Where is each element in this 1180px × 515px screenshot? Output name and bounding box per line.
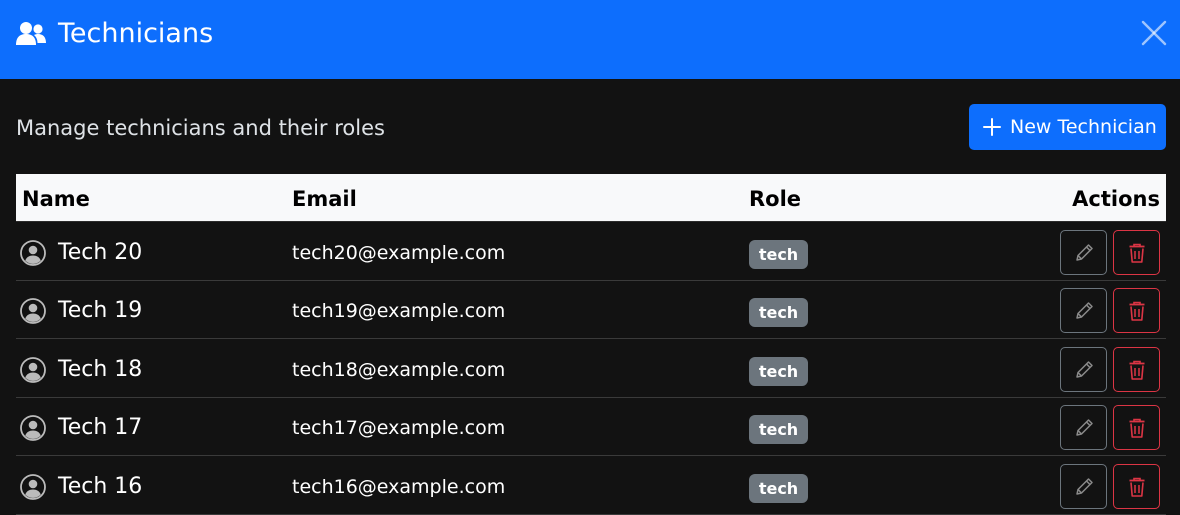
table-row: Tech 16 tech16@example.com tech xyxy=(16,457,1166,515)
close-icon[interactable] xyxy=(1139,18,1169,48)
edit-button[interactable] xyxy=(1060,464,1107,509)
technician-name: Tech 18 xyxy=(58,357,143,382)
table-row: Tech 17 tech17@example.com tech xyxy=(16,398,1166,456)
delete-button[interactable] xyxy=(1113,288,1160,333)
delete-button[interactable] xyxy=(1113,464,1160,509)
edit-button[interactable] xyxy=(1060,230,1107,275)
technician-email: tech17@example.com xyxy=(292,417,506,439)
column-header-actions: Actions xyxy=(1072,187,1160,211)
modal-header: Technicians xyxy=(0,0,1180,79)
column-header-email: Email xyxy=(292,187,357,211)
plus-icon xyxy=(983,118,1001,136)
user-circle-icon xyxy=(20,298,46,324)
technician-name: Tech 20 xyxy=(58,240,143,265)
new-technician-label: New Technician xyxy=(1010,116,1157,138)
technician-email: tech20@example.com xyxy=(292,242,506,264)
role-badge: tech xyxy=(749,240,808,269)
role-badge: tech xyxy=(749,298,808,327)
role-badge: tech xyxy=(749,474,808,503)
technician-email: tech16@example.com xyxy=(292,476,506,498)
table-row: Tech 18 tech18@example.com tech xyxy=(16,340,1166,398)
edit-button[interactable] xyxy=(1060,347,1107,392)
people-icon xyxy=(16,22,46,45)
modal-title: Technicians xyxy=(58,18,214,49)
new-technician-button[interactable]: New Technician xyxy=(969,104,1166,150)
column-header-name: Name xyxy=(22,187,90,211)
user-circle-icon xyxy=(20,474,46,500)
technician-name: Tech 17 xyxy=(58,415,143,440)
page-subtitle: Manage technicians and their roles xyxy=(16,116,385,140)
role-badge: tech xyxy=(749,357,808,386)
technician-email: tech19@example.com xyxy=(292,300,506,322)
table-header: Name Email Role Actions xyxy=(16,174,1166,222)
technician-name: Tech 19 xyxy=(58,298,143,323)
user-circle-icon xyxy=(20,357,46,383)
delete-button[interactable] xyxy=(1113,405,1160,450)
user-circle-icon xyxy=(20,240,46,266)
edit-button[interactable] xyxy=(1060,405,1107,450)
technician-name: Tech 16 xyxy=(58,474,143,499)
user-circle-icon xyxy=(20,415,46,441)
delete-button[interactable] xyxy=(1113,230,1160,275)
delete-button[interactable] xyxy=(1113,347,1160,392)
table-row: Tech 20 tech20@example.com tech xyxy=(16,223,1166,281)
table-row: Tech 19 tech19@example.com tech xyxy=(16,281,1166,339)
column-header-role: Role xyxy=(749,187,802,211)
edit-button[interactable] xyxy=(1060,288,1107,333)
technician-email: tech18@example.com xyxy=(292,359,506,381)
role-badge: tech xyxy=(749,415,808,444)
